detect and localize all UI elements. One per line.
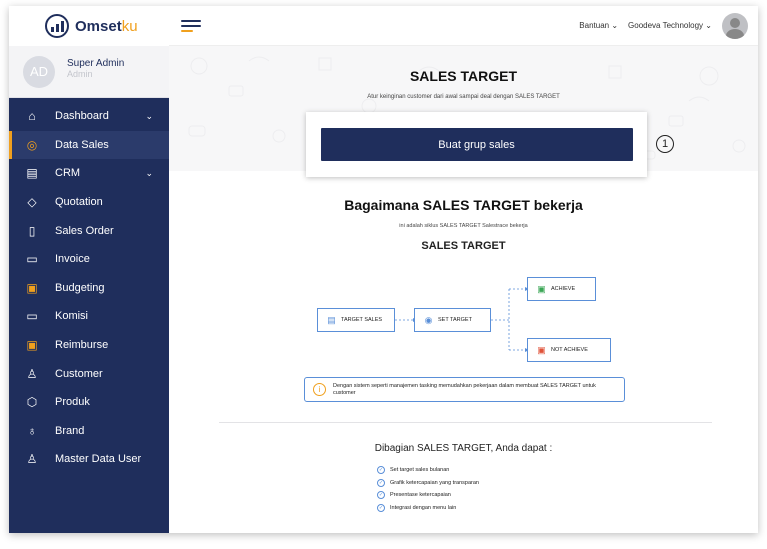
- target-icon: ◎: [26, 137, 38, 152]
- sidebar-item-data-sales[interactable]: ◎ Data Sales: [9, 130, 169, 160]
- step-number-badge: 1: [656, 135, 674, 153]
- flow-node-not-achieve: ▣ NOT ACHIEVE: [527, 338, 611, 362]
- home-icon: ⌂: [28, 109, 36, 124]
- document-icon: ▯: [28, 223, 36, 238]
- sidebar-item-brand[interactable]: ♁ Brand: [9, 417, 169, 446]
- sidebar-item-master-data-user[interactable]: ♙ Master Data User: [9, 445, 169, 474]
- sidebar: Omsetku AD Super Admin Admin ⌂ Dashboard ⌄…: [9, 6, 169, 533]
- sidebar-item-crm[interactable]: ▤ CRM ⌄: [9, 159, 169, 188]
- list-item: ✓ Presentase ketercapaian: [377, 491, 451, 500]
- box-icon: ⬡: [26, 395, 38, 410]
- sidebar-item-customer[interactable]: ♙ Customer: [9, 359, 169, 388]
- list-item: ✓ Integrasi dengan menu lain: [377, 503, 457, 512]
- hamburger-menu-icon[interactable]: [181, 19, 201, 32]
- sidebar-item-sales-order[interactable]: ▯ Sales Order: [9, 216, 169, 245]
- how-it-works-title: Bagaimana SALES TARGET bekerja: [344, 197, 583, 213]
- check-circle-icon: ✓: [377, 466, 385, 475]
- sidebar-item-invoice[interactable]: ▭ Invoice: [9, 245, 169, 274]
- how-it-works-subtitle: ini adalah siklus SALES TARGET Salestrac…: [399, 223, 528, 229]
- check-circle-icon: ✓: [377, 503, 385, 512]
- top-bar: Bantuan ⌄ Goodeva Technology ⌄: [169, 6, 758, 46]
- sidebar-item-dashboard[interactable]: ⌂ Dashboard ⌄: [9, 102, 169, 131]
- brand-logo[interactable]: Omsetku: [9, 6, 169, 46]
- chevron-down-icon: ⌄: [705, 21, 712, 30]
- reimburse-icon: ▣: [26, 338, 38, 353]
- chevron-down-icon: ⌄: [145, 110, 153, 121]
- company-menu[interactable]: Goodeva Technology ⌄: [628, 21, 712, 30]
- app-window: Omsetku AD Super Admin Admin ⌂ Dashboard ⌄…: [9, 6, 758, 533]
- page-title: SALES TARGET: [409, 68, 518, 84]
- user-profile[interactable]: AD Super Admin Admin: [9, 46, 169, 98]
- profile-role: Admin: [67, 69, 93, 79]
- sidebar-item-quotation[interactable]: ◇ Quotation: [9, 188, 169, 217]
- customer-icon: ♙: [26, 366, 38, 381]
- benefits-list: ✓ Set target sales bulanan ✓ Grafik keterc…: [377, 464, 479, 514]
- commission-icon: ▭: [26, 309, 38, 324]
- main-content: SALES TARGET Atur keinginan customer dar…: [169, 46, 758, 533]
- benefits-title: Dibagian SALES TARGET, Anda dapat :: [374, 443, 553, 454]
- info-note: i Dengan sistem seperti manajemen taskin…: [304, 377, 625, 402]
- page-subtitle: Atur keinginan customer dari awal sampai…: [367, 94, 560, 100]
- chevron-down-icon: ⌄: [611, 21, 619, 30]
- sidebar-item-komisi[interactable]: ▭ Komisi: [9, 302, 169, 331]
- invoice-icon: ▭: [26, 252, 38, 267]
- create-sales-group-button[interactable]: Buat grup sales: [320, 128, 633, 161]
- flow-diagram: ▤ TARGET SALES ◉ SET TARGET ▣ ACHIEVE ▣ NOT …: [169, 272, 758, 372]
- hero-section: SALES TARGET Atur keinginan customer dar…: [169, 46, 758, 177]
- chevron-down-icon: ⌄: [145, 167, 153, 178]
- flow-title: SALES TARGET: [421, 240, 506, 252]
- flow-node-target-sales: ▤ TARGET SALES: [317, 308, 395, 332]
- help-menu[interactable]: Bantuan ⌄: [579, 21, 618, 30]
- brand-icon: ♁: [27, 423, 37, 438]
- profile-name: Super Admin: [67, 58, 125, 69]
- sidebar-menu: ⌂ Dashboard ⌄ ◎ Data Sales ▤ CRM ⌄ ◇ Quotation…: [9, 98, 169, 474]
- achieve-check-icon: ▣: [537, 283, 546, 294]
- crm-icon: ▤: [26, 166, 38, 181]
- sidebar-item-reimburse[interactable]: ▣ Reimburse: [9, 331, 169, 360]
- tag-icon: ◇: [27, 195, 37, 210]
- check-circle-icon: ✓: [377, 491, 385, 500]
- info-icon: i: [313, 383, 326, 396]
- cta-card: Buat grup sales: [306, 112, 647, 177]
- flow-node-achieve: ▣ ACHIEVE: [527, 277, 596, 301]
- user-settings-icon: ♙: [26, 452, 38, 467]
- avatar: AD: [23, 55, 55, 88]
- logo-chart-icon: [45, 14, 69, 38]
- clipboard-icon: ▤: [327, 314, 336, 325]
- brand-name: Omsetku: [75, 17, 138, 35]
- avatar[interactable]: [722, 12, 748, 39]
- sidebar-item-budgeting[interactable]: ▣ Budgeting: [9, 274, 169, 303]
- check-circle-icon: ✓: [377, 478, 385, 487]
- list-item: ✓ Grafik ketercapaian yang transparan: [377, 478, 479, 487]
- coin-icon: ◉: [424, 314, 433, 325]
- list-item: ✓ Set target sales bulanan: [377, 466, 450, 475]
- divider: [219, 422, 712, 423]
- not-achieve-x-icon: ▣: [537, 344, 546, 355]
- budget-icon: ▣: [26, 280, 38, 295]
- flow-node-set-target: ◉ SET TARGET: [414, 308, 491, 332]
- sidebar-item-produk[interactable]: ⬡ Produk: [9, 388, 169, 417]
